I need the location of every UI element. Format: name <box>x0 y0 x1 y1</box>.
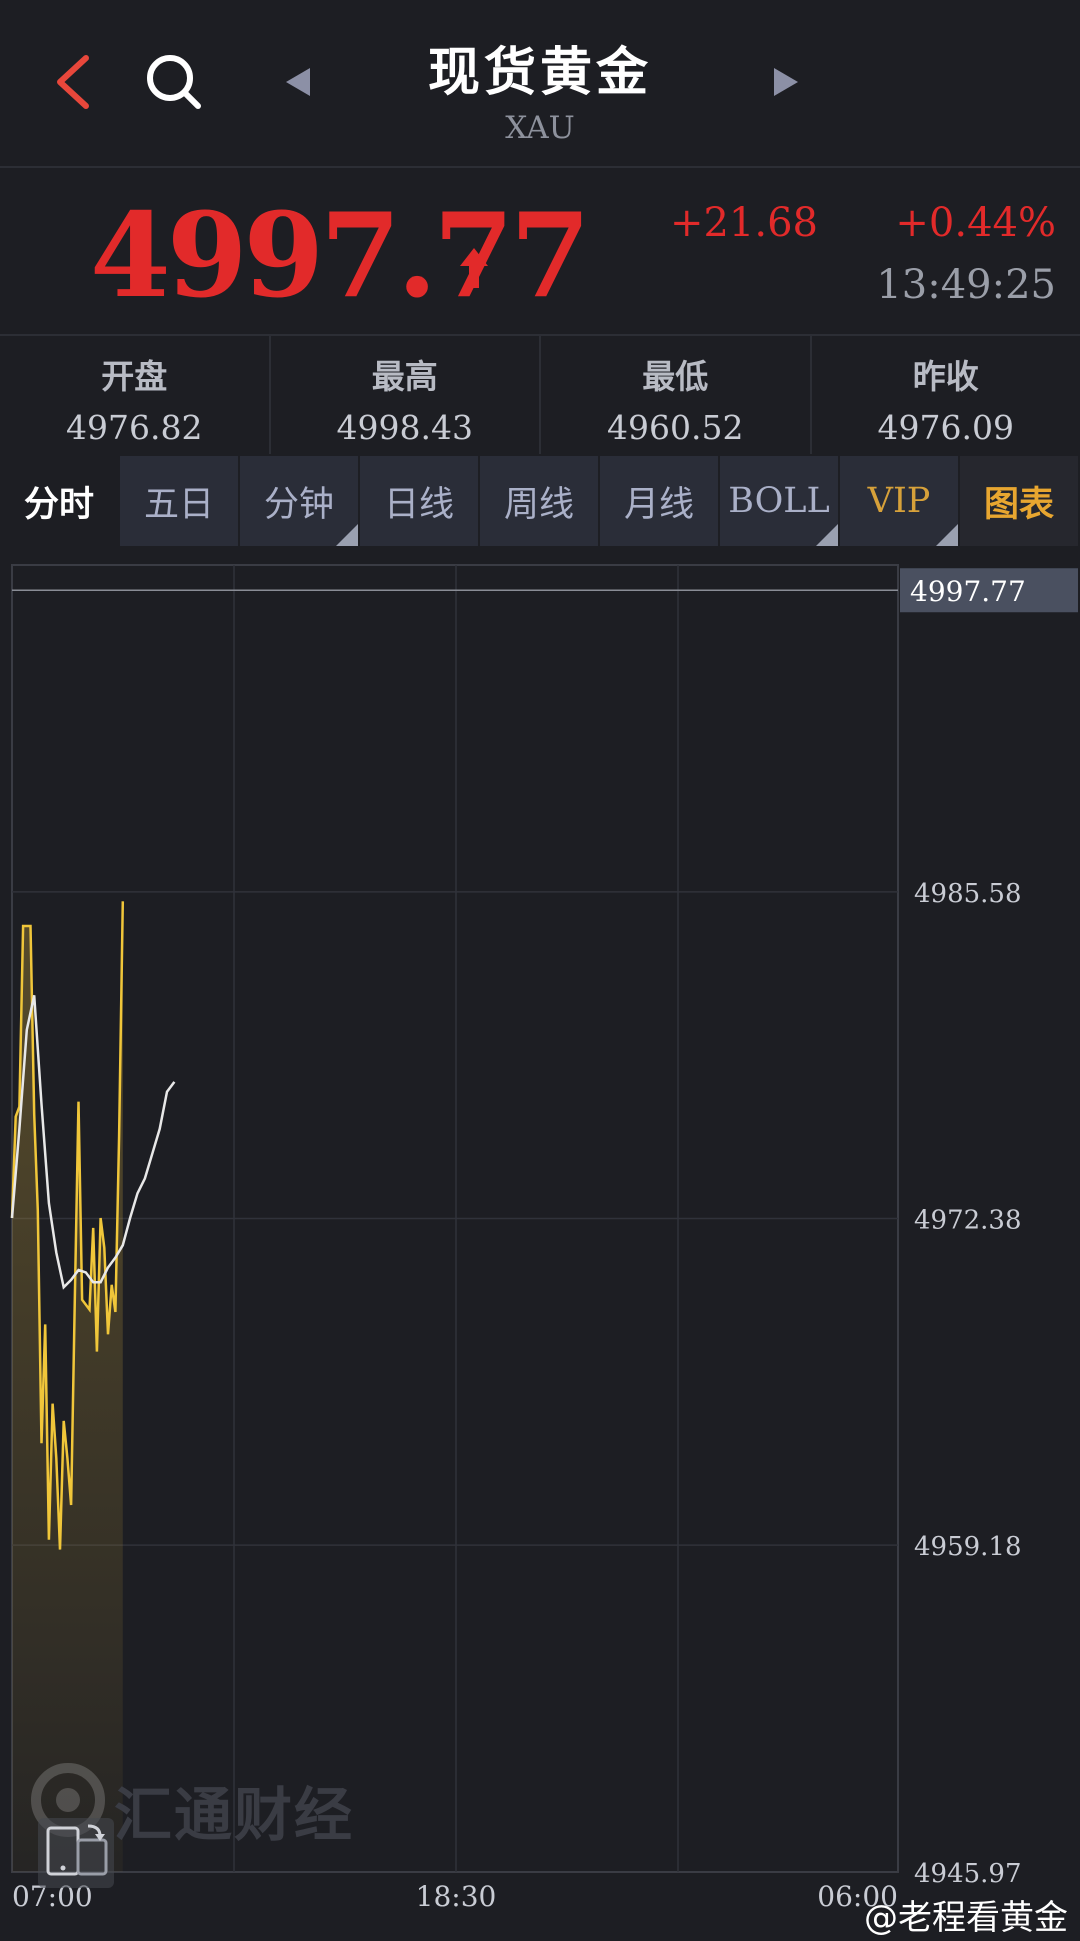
page-title: 现货黄金 <box>427 42 652 103</box>
previous-instrument-icon[interactable] <box>282 66 312 98</box>
y-tick-label: 4959.18 <box>914 1532 1022 1562</box>
dropdown-corner-icon <box>936 524 958 546</box>
tab-minute[interactable]: 分钟 <box>240 456 360 546</box>
rotate-screen-icon <box>46 1824 108 1876</box>
rotate-screen-button[interactable] <box>38 1818 114 1888</box>
stat-prev-close: 昨收 4976.09 <box>812 336 1080 454</box>
dropdown-corner-icon <box>336 524 358 546</box>
x-tick-label: 18:30 <box>416 1880 497 1913</box>
tab-weekly[interactable]: 周线 <box>480 456 600 546</box>
tab-label: VIP <box>867 481 931 521</box>
stats-row: 开盘 4976.82 最高 4998.43 最低 4960.52 昨收 4976… <box>0 336 1080 454</box>
dropdown-corner-icon <box>816 524 838 546</box>
watermark-text: 汇通财经 <box>114 1781 355 1849</box>
chart-tabs: 分时 五日 分钟 日线 周线 月线 BOLL VIP 图表 <box>0 456 1080 546</box>
y-tick-label: 4945.97 <box>914 1859 1022 1889</box>
footer-credit: @老程看黄金 <box>864 1898 1068 1938</box>
price-change: +21.68 <box>669 200 818 246</box>
stat-label: 昨收 <box>912 357 979 396</box>
tab-label: 分钟 <box>263 484 334 525</box>
stat-value: 4998.43 <box>336 408 473 447</box>
y-tick-label: 4972.38 <box>914 1206 1022 1236</box>
quote-panel: 4997.77 +21.68 +0.44% 13:49:25 <box>0 168 1080 336</box>
stat-value: 4976.82 <box>66 408 203 447</box>
tab-monthly[interactable]: 月线 <box>600 456 720 546</box>
instrument-symbol: XAU <box>505 110 575 146</box>
tab-label: BOLL <box>728 481 830 521</box>
stat-label: 开盘 <box>101 357 168 396</box>
tab-vip[interactable]: VIP <box>840 456 960 546</box>
last-price: 4997.77 <box>90 188 591 324</box>
intraday-chart[interactable]: 4997.774985.584972.384959.184945.9707:00… <box>0 560 1080 1941</box>
price-area <box>12 901 123 1872</box>
price-up-arrow-icon <box>460 248 488 288</box>
tab-intraday[interactable]: 分时 <box>0 456 120 546</box>
tab-chart[interactable]: 图表 <box>960 456 1080 546</box>
tab-five-day[interactable]: 五日 <box>120 456 240 546</box>
stat-low: 最低 4960.52 <box>541 336 812 454</box>
current-price-label: 4997.77 <box>910 575 1026 608</box>
search-icon[interactable] <box>142 50 206 114</box>
stat-open: 开盘 4976.82 <box>0 336 271 454</box>
stat-high: 最高 4998.43 <box>271 336 541 454</box>
next-instrument-icon[interactable] <box>772 66 802 98</box>
stat-value: 4976.09 <box>877 408 1014 447</box>
stat-value: 4960.52 <box>607 408 744 447</box>
stat-label: 最低 <box>642 357 709 396</box>
back-arrow-icon[interactable] <box>48 50 98 114</box>
quote-time: 13:49:25 <box>876 262 1056 308</box>
top-bar: 现货黄金 XAU <box>0 0 1080 168</box>
y-tick-label: 4985.58 <box>914 879 1022 909</box>
stat-label: 最高 <box>371 357 438 396</box>
price-change-percent: +0.44% <box>895 200 1056 246</box>
tab-boll[interactable]: BOLL <box>720 456 840 546</box>
tab-daily[interactable]: 日线 <box>360 456 480 546</box>
